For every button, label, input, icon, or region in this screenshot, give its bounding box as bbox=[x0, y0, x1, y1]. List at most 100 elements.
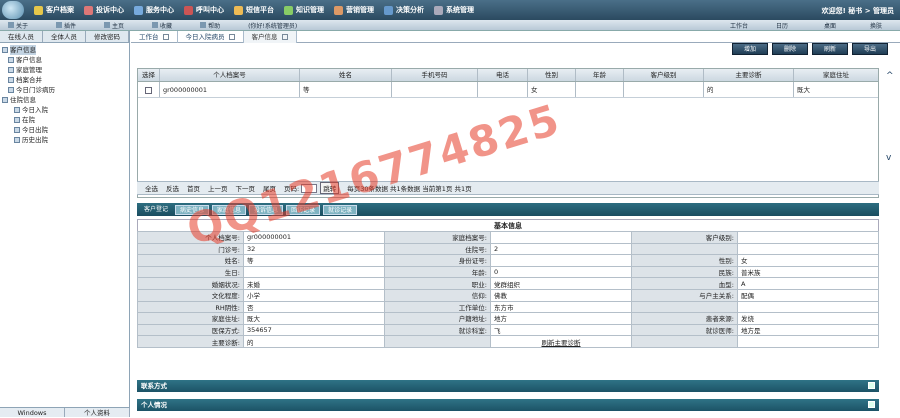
next-page-link[interactable]: 下一页 bbox=[236, 183, 256, 193]
tree-item-today-admitted[interactable]: 今日入院 bbox=[0, 105, 129, 115]
tree-item-in-hospital[interactable]: 在院 bbox=[0, 115, 129, 125]
toolbar-plugins[interactable]: 插件 bbox=[56, 21, 76, 30]
field-value[interactable]: 354657 bbox=[243, 323, 385, 337]
checkbox[interactable] bbox=[145, 86, 152, 94]
tree-item-history-discharged[interactable]: 历史出院 bbox=[0, 135, 129, 145]
field-value[interactable]: 党群组织 bbox=[490, 277, 632, 290]
menu-decision[interactable]: 决策分析 bbox=[384, 5, 424, 15]
field-value[interactable] bbox=[490, 231, 632, 244]
field-value[interactable]: 普米族 bbox=[737, 265, 879, 279]
invert-select-link[interactable]: 反选 bbox=[166, 183, 179, 193]
field-value[interactable] bbox=[243, 265, 385, 279]
sidebar-bottom-windows[interactable]: Windows bbox=[0, 408, 65, 417]
field-value[interactable]: 配偶 bbox=[737, 288, 879, 302]
sidebar-bottom-profile[interactable]: 个人资料 bbox=[65, 408, 130, 417]
column-header[interactable]: 手机号码 bbox=[392, 69, 478, 81]
delete-button[interactable]: 删除 bbox=[772, 43, 808, 55]
field-value[interactable] bbox=[490, 254, 632, 267]
sidebar-tab-change-password[interactable]: 修改密码 bbox=[86, 31, 129, 42]
field-value[interactable]: 32 bbox=[243, 242, 385, 256]
tab-customer-info[interactable]: 客户信息 bbox=[243, 31, 297, 43]
add-button[interactable]: 增加 bbox=[732, 43, 768, 55]
go-button[interactable]: 跳转 bbox=[320, 182, 340, 194]
tree-item-family[interactable]: 家庭管理 bbox=[0, 65, 129, 75]
field-value[interactable]: 地方 bbox=[490, 312, 632, 325]
field-value[interactable]: 东方市 bbox=[490, 300, 632, 314]
toolbar-help[interactable]: 帮助 bbox=[200, 21, 220, 30]
menu-call-center[interactable]: 呼叫中心 bbox=[184, 5, 224, 15]
section-contact[interactable]: 联系方式 bbox=[137, 380, 879, 392]
tab-visit-record[interactable]: 就诊记录 bbox=[323, 204, 358, 215]
field-value[interactable]: 等 bbox=[243, 254, 385, 267]
tree-item-customer-info-root[interactable]: 客户信息 bbox=[0, 45, 129, 55]
tree-item-inpatient[interactable]: 住院信息 bbox=[0, 95, 129, 105]
sidebar-tab-online[interactable]: 在线人员 bbox=[0, 31, 43, 42]
tab-family-info[interactable]: 家庭信息 bbox=[212, 204, 247, 215]
toolbar-skin[interactable]: 换肤 bbox=[870, 21, 882, 30]
select-all-link[interactable]: 全选 bbox=[145, 183, 158, 193]
tree-item-outpatient[interactable]: 今日门诊病历 bbox=[0, 85, 129, 95]
field-value[interactable]: 女 bbox=[737, 254, 879, 267]
tab-customer-register[interactable]: 客户登记 bbox=[140, 205, 172, 215]
menu-service-center[interactable]: 服务中心 bbox=[134, 5, 174, 15]
field-value[interactable]: 小学 bbox=[243, 288, 385, 302]
field-value[interactable]: 既大 bbox=[243, 312, 385, 325]
field-value[interactable]: 飞 bbox=[490, 323, 632, 337]
refresh-diagnosis-link[interactable]: 刷新主要诊断 bbox=[490, 335, 632, 348]
field-value[interactable]: gr000000001 bbox=[243, 231, 385, 244]
field-value[interactable]: 否 bbox=[243, 300, 385, 314]
column-header[interactable]: 电话 bbox=[478, 69, 528, 81]
menu-complaint-center[interactable]: 投诉中心 bbox=[84, 5, 124, 15]
first-page-link[interactable]: 首页 bbox=[187, 183, 200, 193]
tree-item-today-discharged[interactable]: 今日出院 bbox=[0, 125, 129, 135]
export-button[interactable]: 导出 bbox=[852, 43, 888, 55]
menu-knowledge[interactable]: 知识管理 bbox=[284, 5, 324, 15]
toolbar-home[interactable]: 主页 bbox=[104, 21, 124, 30]
toolbar-favorites[interactable]: 收藏 bbox=[152, 21, 172, 30]
scroll-up-icon[interactable]: ^ bbox=[886, 71, 896, 81]
toolbar-workbench[interactable]: 工作台 bbox=[730, 21, 748, 30]
tab-workbench[interactable]: 工作台 bbox=[131, 31, 178, 43]
field-value[interactable]: 的 bbox=[243, 335, 385, 348]
tree-item-merge[interactable]: 档案合并 bbox=[0, 75, 129, 85]
column-header[interactable]: 主要诊断 bbox=[704, 69, 794, 81]
scroll-down-icon[interactable]: v bbox=[886, 153, 896, 163]
field-value[interactable]: 未婚 bbox=[243, 277, 385, 290]
prev-page-link[interactable]: 上一页 bbox=[208, 183, 228, 193]
tab-today-admitted[interactable]: 今日入院病员 bbox=[178, 31, 244, 43]
field-value[interactable] bbox=[737, 231, 879, 244]
column-header[interactable]: 个人档案号 bbox=[160, 69, 300, 81]
section-personal[interactable]: 个人情况 bbox=[137, 399, 879, 411]
field-value[interactable] bbox=[737, 300, 879, 314]
column-header[interactable]: 性别 bbox=[528, 69, 576, 81]
column-header[interactable]: 年龄 bbox=[576, 69, 624, 81]
sidebar-tab-all-staff[interactable]: 全体人员 bbox=[43, 31, 86, 42]
column-header[interactable]: 姓名 bbox=[300, 69, 392, 81]
last-page-link[interactable]: 尾页 bbox=[263, 183, 276, 193]
column-header[interactable]: 家庭住址 bbox=[794, 69, 878, 81]
field-value[interactable] bbox=[737, 335, 879, 348]
close-icon[interactable] bbox=[281, 34, 288, 40]
menu-sms-platform[interactable]: 短信平台 bbox=[234, 5, 274, 15]
menu-customer-archive[interactable]: 客户档案 bbox=[34, 5, 74, 15]
expand-icon[interactable] bbox=[868, 382, 875, 389]
tree-item-customer-info[interactable]: 客户信息 bbox=[0, 55, 129, 65]
expand-icon[interactable] bbox=[868, 401, 875, 408]
field-value[interactable]: 2 bbox=[490, 242, 632, 256]
row-select[interactable] bbox=[138, 82, 160, 97]
tab-medical-history[interactable]: 病史信息 bbox=[175, 204, 210, 215]
field-value[interactable]: A bbox=[737, 277, 879, 290]
menu-marketing[interactable]: 营销管理 bbox=[334, 5, 374, 15]
refresh-button[interactable]: 刷新 bbox=[812, 43, 848, 55]
field-value[interactable]: 地方是 bbox=[737, 323, 879, 337]
field-value[interactable]: 佛教 bbox=[490, 288, 632, 302]
field-value[interactable]: 0 bbox=[490, 265, 632, 279]
column-header[interactable]: 选择 bbox=[138, 69, 160, 81]
field-value[interactable] bbox=[737, 242, 879, 256]
field-value[interactable]: 发烧 bbox=[737, 312, 879, 325]
tab-followup-record[interactable]: 回访记录 bbox=[286, 204, 321, 215]
close-icon[interactable] bbox=[162, 34, 169, 40]
tab-complaint-info[interactable]: 投诉信息 bbox=[249, 204, 284, 215]
column-header[interactable]: 客户级别 bbox=[624, 69, 704, 81]
close-icon[interactable] bbox=[228, 34, 235, 40]
